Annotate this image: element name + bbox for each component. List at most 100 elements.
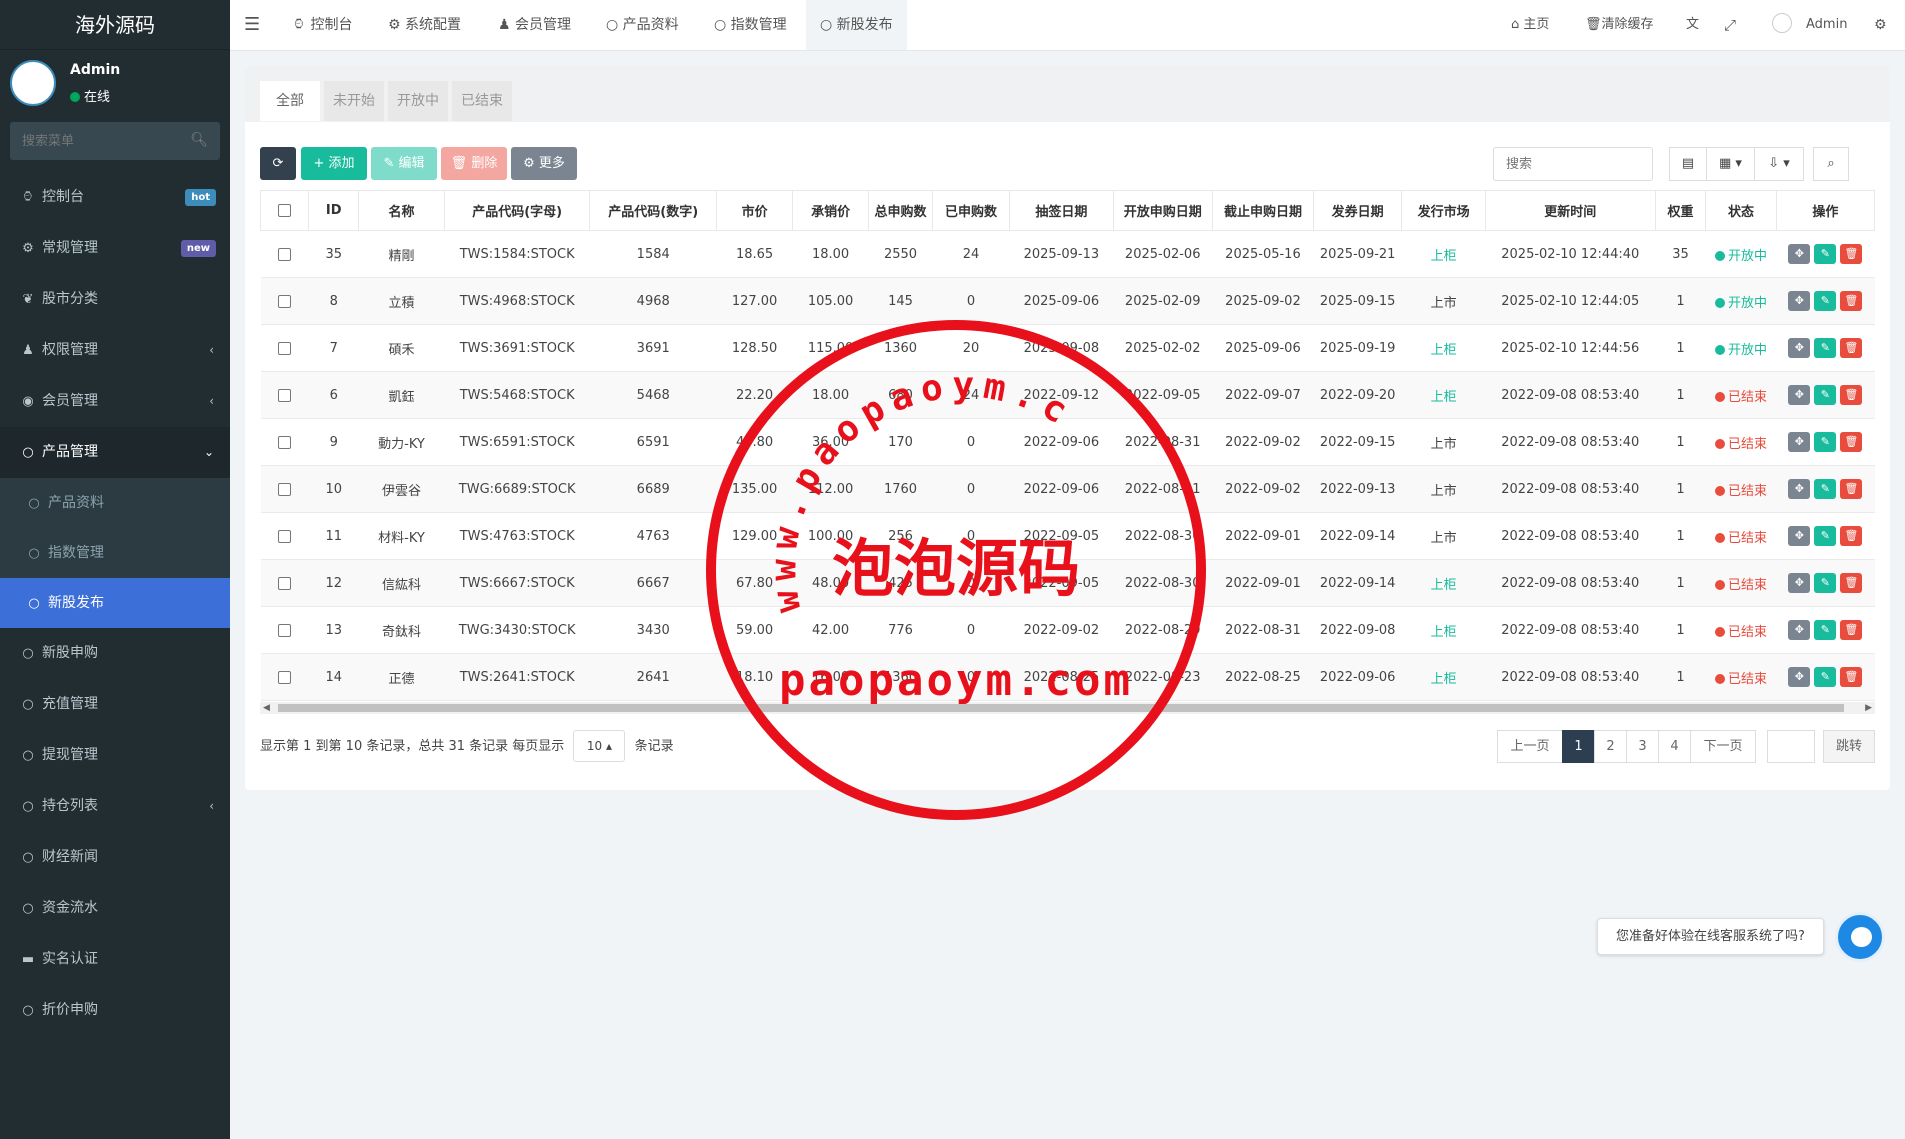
page-3-button[interactable]: 3	[1626, 730, 1659, 763]
sidebar-item-15[interactable]: ▬ 实名认证	[0, 934, 230, 985]
th-draw-date[interactable]: 抽签日期	[1009, 190, 1114, 231]
cell-status[interactable]: 已结束	[1705, 371, 1777, 419]
th-weight[interactable]: 权重	[1654, 190, 1707, 231]
tab-not-started[interactable]: 未开始	[324, 81, 384, 121]
move-icon[interactable]: ✥	[1788, 385, 1811, 405]
edit-button[interactable]: ✎ 编辑	[371, 147, 437, 180]
row-select-cell[interactable]	[260, 606, 309, 654]
move-icon[interactable]: ✥	[1788, 620, 1811, 640]
delete-icon[interactable]: 🗑︎	[1840, 385, 1863, 405]
home-link[interactable]: ⌂ 主页	[1511, 0, 1549, 50]
th-id[interactable]: ID	[308, 190, 360, 231]
move-icon[interactable]: ✥	[1788, 432, 1811, 452]
cell-market[interactable]: 上柜	[1401, 324, 1486, 372]
next-page-button[interactable]: 下一页	[1690, 730, 1756, 763]
delete-icon[interactable]: 🗑︎	[1840, 338, 1863, 358]
page-1-button[interactable]: 1	[1562, 730, 1595, 763]
app-logo[interactable]: 海外源码	[0, 0, 230, 50]
refresh-button[interactable]: ⟳	[260, 147, 296, 180]
tab-system-config[interactable]: ⚙︎ 系统配置	[388, 0, 461, 50]
cell-market[interactable]: 上柜	[1401, 606, 1486, 654]
select-all-cell[interactable]	[259, 190, 310, 231]
th-close-date[interactable]: 截止申购日期	[1211, 190, 1315, 231]
tab-ended[interactable]: 已结束	[452, 81, 512, 121]
table-row[interactable]: 35 精剛 TWS:1584:STOCK 1584 18.65 18.00 2550 24 20…	[260, 230, 1875, 278]
th-total[interactable]: 总申购数	[868, 190, 933, 231]
sidebar-item-7[interactable]: ○ 指数管理	[0, 528, 230, 578]
th-updated[interactable]: 更新时间	[1484, 190, 1656, 231]
cell-status[interactable]: 已结束	[1705, 559, 1777, 607]
row-select-cell[interactable]	[260, 559, 309, 607]
edit-icon[interactable]: ✎	[1814, 620, 1837, 640]
row-checkbox[interactable]	[278, 482, 292, 496]
row-select-cell[interactable]	[260, 512, 309, 560]
th-market[interactable]: 发行市场	[1401, 190, 1486, 231]
delete-icon[interactable]: 🗑︎	[1840, 526, 1863, 546]
cell-market[interactable]: 上柜	[1401, 230, 1486, 278]
cell-status[interactable]: 已结束	[1705, 512, 1777, 560]
row-checkbox[interactable]	[278, 576, 292, 590]
cell-status[interactable]: 已结束	[1705, 653, 1777, 701]
jump-page-input[interactable]	[1767, 730, 1815, 763]
move-icon[interactable]: ✥	[1788, 338, 1811, 358]
tab-all[interactable]: 全部	[260, 81, 320, 121]
cell-status[interactable]: 已结束	[1705, 418, 1777, 466]
tab-dashboard[interactable]: ⌚︎ 控制台	[292, 0, 352, 50]
prev-page-button[interactable]: 上一页	[1497, 730, 1563, 763]
add-button[interactable]: + 添加	[301, 147, 367, 180]
edit-icon[interactable]: ✎	[1814, 667, 1837, 687]
jump-button[interactable]: 跳转	[1823, 730, 1875, 763]
delete-icon[interactable]: 🗑︎	[1840, 667, 1863, 687]
row-checkbox[interactable]	[278, 670, 292, 684]
row-select-cell[interactable]	[260, 371, 309, 419]
sidebar-item-14[interactable]: ○ 资金流水	[0, 883, 230, 934]
sidebar-item-0[interactable]: ⌚︎ 控制台 hot	[0, 172, 230, 223]
sidebar-item-5[interactable]: ○ 产品管理 ⌄	[0, 427, 230, 478]
sidebar-item-11[interactable]: ○ 提现管理	[0, 730, 230, 781]
th-price[interactable]: 市价	[716, 190, 794, 231]
th-applied[interactable]: 已申购数	[931, 190, 1011, 231]
sidebar-item-16[interactable]: ○ 折价申购	[0, 985, 230, 1036]
cogs-icon[interactable]: ⚙︎	[1874, 0, 1887, 50]
th-open-date[interactable]: 开放申购日期	[1112, 190, 1213, 231]
sidebar-item-6[interactable]: ○ 产品资料	[0, 478, 230, 528]
fullscreen-icon[interactable]: ⤢	[1724, 0, 1736, 50]
hamburger-icon[interactable]: ☰	[244, 0, 260, 50]
scroll-left-icon[interactable]: ◀	[263, 702, 270, 714]
delete-icon[interactable]: 🗑︎	[1840, 244, 1863, 264]
row-checkbox[interactable]	[278, 247, 292, 261]
th-code-num[interactable]: 产品代码(数字)	[589, 190, 718, 231]
clear-cache-button[interactable]: 🗑︎清除缓存	[1585, 0, 1654, 50]
sidebar-item-4[interactable]: ◉ 会员管理 ‹	[0, 376, 230, 427]
table-row[interactable]: 8 立積 TWS:4968:STOCK 4968 127.00 105.00 145 0 202…	[260, 277, 1875, 325]
row-checkbox[interactable]	[278, 388, 292, 402]
table-row[interactable]: 6 凱鈺 TWS:5468:STOCK 5468 22.20 18.00 680 24 2022…	[260, 371, 1875, 419]
sidebar-item-8[interactable]: ○ 新股发布	[0, 578, 230, 628]
edit-icon[interactable]: ✎	[1814, 338, 1837, 358]
delete-icon[interactable]: 🗑︎	[1840, 479, 1863, 499]
menu-search-input[interactable]	[10, 122, 220, 160]
columns-button[interactable]: ▦ ▾	[1706, 147, 1755, 181]
scrollbar-thumb[interactable]	[278, 704, 1844, 712]
page-2-button[interactable]: 2	[1594, 730, 1627, 763]
page-size-select[interactable]: 10 ▴	[573, 730, 626, 762]
delete-icon[interactable]: 🗑︎	[1840, 573, 1863, 593]
tab-open[interactable]: 开放中	[388, 81, 448, 121]
move-icon[interactable]: ✥	[1788, 573, 1811, 593]
row-select-cell[interactable]	[260, 465, 309, 513]
th-code-alpha[interactable]: 产品代码(字母)	[443, 190, 591, 231]
horizontal-scrollbar[interactable]: ◀ ▶	[260, 702, 1875, 714]
move-icon[interactable]: ✥	[1788, 667, 1811, 687]
row-checkbox[interactable]	[278, 435, 292, 449]
sidebar-item-3[interactable]: ♟︎ 权限管理 ‹	[0, 325, 230, 376]
chat-prompt[interactable]: 您准备好体验在线客服系统了吗?	[1597, 918, 1824, 955]
move-icon[interactable]: ✥	[1788, 479, 1811, 499]
cell-market[interactable]: 上柜	[1401, 371, 1486, 419]
edit-icon[interactable]: ✎	[1814, 479, 1837, 499]
row-select-cell[interactable]	[260, 418, 309, 466]
tab-index[interactable]: ○ 指数管理	[714, 0, 787, 50]
delete-icon[interactable]: 🗑︎	[1840, 432, 1863, 452]
table-search-input[interactable]	[1493, 147, 1653, 181]
sidebar-item-2[interactable]: ❦ 股市分类	[0, 274, 230, 325]
page-4-button[interactable]: 4	[1658, 730, 1691, 763]
